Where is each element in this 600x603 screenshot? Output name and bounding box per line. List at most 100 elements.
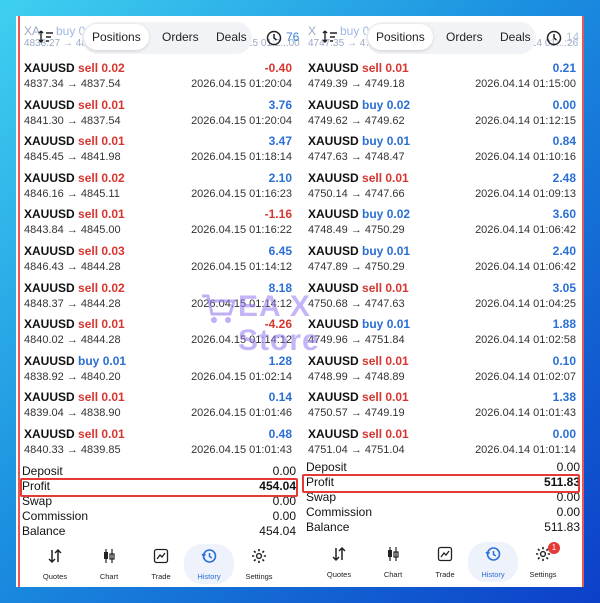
trade-profit: 0.48 [268, 427, 292, 441]
trade-time: 2026.04.15 01:01:43 [191, 444, 292, 456]
trade-row[interactable]: XAUUSD sell 0.02 4848.37 → 4844.28 8.18 202… [24, 278, 294, 314]
trade-row[interactable]: XAUUSD sell 0.01 4843.84 → 4845.00 -1.16 20… [24, 204, 294, 240]
trade-title: XAUUSD sell 0.01 [308, 281, 409, 295]
trade-profit: 6.45 [268, 244, 292, 258]
left-bottom-nav: Quotes Chart Trade History Settings [18, 544, 300, 584]
trade-volume: 0.01 [385, 61, 409, 75]
tab-orders[interactable]: Orders [162, 30, 199, 44]
trade-row[interactable]: XAUUSD buy 0.01 4747.89 → 4750.29 2.40 2026… [308, 241, 578, 277]
trade-row[interactable]: XAUUSD buy 0.01 4749.96 → 4751.84 1.88 2026… [308, 314, 578, 350]
nav-quotes[interactable]: Quotes [314, 542, 364, 582]
trade-prices: 4840.33 → 4839.85 [24, 444, 121, 456]
nav-history[interactable]: History [184, 544, 234, 584]
trade-time: 2026.04.14 01:04:25 [475, 297, 576, 310]
trade-volume: 0.01 [385, 390, 409, 405]
trade-row[interactable]: XAUUSD sell 0.01 4845.45 → 4841.98 3.47 202… [24, 131, 294, 167]
trade-row[interactable]: XAUUSD sell 0.01 4840.02 → 4844.28 -4.26 20… [24, 314, 294, 350]
nav-label: Settings [529, 570, 557, 579]
trade-profit: 8.18 [268, 280, 292, 295]
clock-icon[interactable] [266, 30, 282, 46]
nav-settings[interactable]: Settings [234, 544, 284, 584]
notification-badge: 1 [548, 542, 560, 554]
nav-trade[interactable]: Trade [420, 542, 470, 582]
trade-time: 2026.04.15 01:18:14 [191, 151, 292, 164]
trade-row[interactable]: XAUUSD sell 0.03 4846.43 → 4844.28 6.45 202… [24, 241, 294, 277]
trade-time: 2026.04.15 01:20:04 [191, 78, 292, 90]
trade-direction: sell [78, 134, 99, 149]
sort-icon[interactable] [322, 30, 338, 44]
trade-profit: 3.05 [552, 280, 576, 295]
tab-deals[interactable]: Deals [216, 30, 247, 44]
trade-row[interactable]: XAUUSD sell 0.01 4750.57 → 4749.19 1.38 202… [308, 387, 578, 423]
trade-time: 2026.04.15 01:16:22 [191, 224, 292, 237]
trade-direction: buy [362, 97, 384, 112]
right-count-badge: 14 [566, 30, 580, 44]
trade-prices: 4837.34 → 4837.54 [24, 78, 121, 90]
trade-symbol: XAUUSD [308, 61, 359, 75]
trade-title: XAUUSD sell 0.02 [24, 171, 125, 185]
tab-positions[interactable]: Positions [368, 24, 433, 50]
trade-row[interactable]: XAUUSD sell 0.01 4839.04 → 4838.90 0.14 202… [24, 387, 294, 423]
trade-row[interactable]: XAUUSD sell 0.01 4840.33 → 4839.85 0.48 202… [24, 424, 294, 460]
tab-orders[interactable]: Orders [446, 30, 483, 44]
trade-volume: 0.01 [101, 390, 125, 405]
trade-title: XAUUSD sell 0.01 [24, 134, 125, 148]
trade-volume: 0.02 [101, 280, 125, 295]
tab-deals[interactable]: Deals [500, 30, 531, 44]
trade-volume: 0.01 [101, 427, 125, 441]
trade-row[interactable]: XAUUSD sell 0.01 4749.39 → 4749.18 0.21 202… [308, 58, 578, 94]
trade-profit: 1.38 [552, 390, 576, 405]
trade-row[interactable]: XAUUSD sell 0.01 4841.30 → 4837.54 3.76 202… [24, 95, 294, 131]
trade-time: 2026.04.14 01:06:42 [475, 224, 576, 237]
nav-label: Chart [99, 572, 119, 581]
trade-symbol: XAUUSD [308, 390, 359, 405]
trade-row[interactable]: XAUUSD buy 0.02 4748.49 → 4750.29 3.60 2026… [308, 204, 578, 240]
trade-row[interactable]: XAUUSD buy 0.01 4747.63 → 4748.47 0.84 2026… [308, 131, 578, 167]
nav-label: Settings [245, 572, 273, 581]
sort-icon[interactable] [38, 30, 54, 44]
trade-row[interactable]: XAUUSD buy 0.02 4749.62 → 4749.62 0.00 2026… [308, 95, 578, 131]
trade-volume: 0.01 [385, 170, 409, 185]
nav-history[interactable]: History [468, 542, 518, 582]
trade-volume: 0.01 [101, 317, 125, 332]
trade-chart-icon [136, 548, 186, 564]
trade-row[interactable]: XAUUSD sell 0.01 4750.68 → 4747.63 3.05 202… [308, 278, 578, 314]
trade-profit: 0.84 [552, 134, 576, 149]
trade-row[interactable]: XAUUSD sell 0.02 4837.34 → 4837.54 -0.40 20… [24, 58, 294, 94]
nav-chart[interactable]: Chart [84, 544, 134, 584]
trade-profit: -1.16 [264, 207, 292, 222]
nav-quotes[interactable]: Quotes [30, 544, 80, 584]
trade-row[interactable]: XAUUSD sell 0.01 4750.14 → 4747.66 2.48 202… [308, 168, 578, 204]
trade-row[interactable]: XAUUSD sell 0.02 4846.16 → 4845.11 2.10 202… [24, 168, 294, 204]
trade-direction: sell [78, 170, 99, 185]
trade-time: 2026.04.14 01:02:07 [475, 370, 576, 383]
trade-title: XAUUSD sell 0.01 [308, 354, 409, 368]
trade-direction: sell [362, 170, 383, 185]
trade-volume: 0.01 [101, 134, 125, 149]
trade-volume: 0.02 [101, 170, 125, 185]
trade-prices: 4848.37 → 4844.28 [24, 297, 121, 310]
trade-prices: 4751.04 → 4751.04 [308, 444, 405, 456]
trade-volume: 0.01 [101, 207, 125, 222]
nav-label: History [197, 572, 221, 581]
trade-time: 2026.04.15 01:01:46 [191, 407, 292, 420]
trade-direction: sell [362, 427, 383, 441]
clock-icon[interactable] [546, 30, 562, 46]
trade-row[interactable]: XAUUSD sell 0.01 4751.04 → 4751.04 0.00 202… [308, 424, 578, 460]
trade-symbol: XAUUSD [24, 207, 75, 222]
trade-symbol: XAUUSD [24, 280, 75, 295]
trade-prices: 4748.49 → 4750.29 [308, 224, 405, 237]
trade-title: XAUUSD buy 0.02 [308, 207, 410, 221]
trade-time: 2026.04.14 01:09:13 [475, 187, 576, 200]
trade-title: XAUUSD sell 0.01 [308, 61, 409, 75]
tab-positions[interactable]: Positions [84, 24, 149, 50]
trade-title: XAUUSD sell 0.01 [308, 171, 409, 185]
trade-row[interactable]: XAUUSD sell 0.01 4748.99 → 4748.89 0.10 202… [308, 351, 578, 387]
nav-settings[interactable]: Settings 1 [518, 542, 568, 582]
nav-chart[interactable]: Chart [368, 542, 418, 582]
nav-trade[interactable]: Trade [136, 544, 186, 584]
nav-label: Chart [383, 570, 403, 579]
trade-direction: sell [78, 390, 99, 405]
trade-row[interactable]: XAUUSD buy 0.01 4838.92 → 4840.20 1.28 2026… [24, 351, 294, 387]
quotes-arrows-icon [314, 546, 364, 562]
